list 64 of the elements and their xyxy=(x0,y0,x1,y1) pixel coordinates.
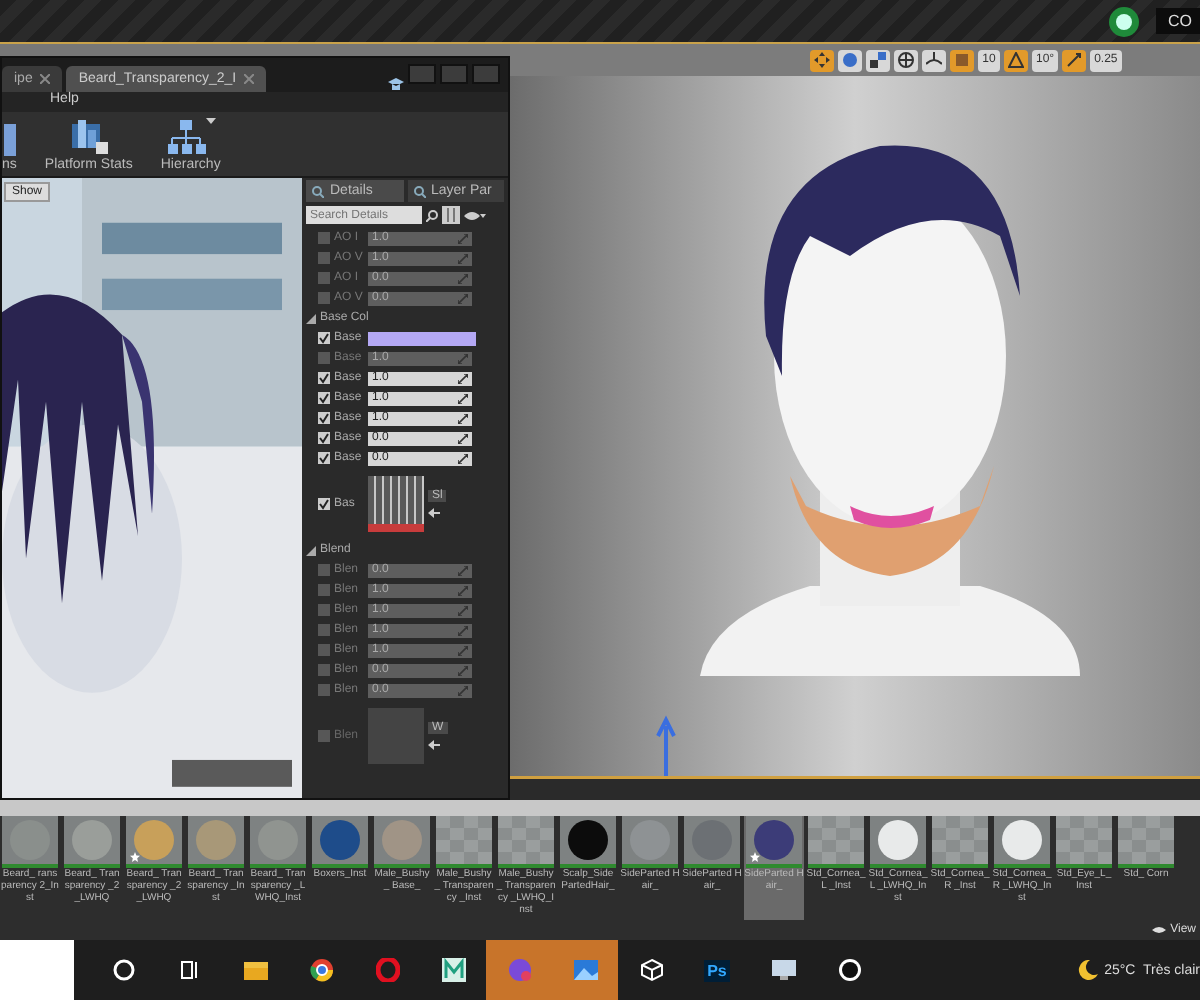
toolbar-button[interactable] xyxy=(922,49,946,71)
texture-thumbnail xyxy=(368,476,424,532)
cube-icon xyxy=(639,958,663,982)
expand-icon xyxy=(458,585,468,595)
taskbar-app[interactable]: Ps xyxy=(684,940,750,1000)
moon-icon xyxy=(1078,960,1099,980)
expand-icon xyxy=(458,233,468,243)
expand-icon xyxy=(458,453,468,463)
checkbox[interactable] xyxy=(318,498,330,510)
checkbox[interactable] xyxy=(318,372,330,384)
expand-icon xyxy=(458,685,468,695)
checkbox[interactable] xyxy=(318,392,330,404)
eye-icon xyxy=(1152,926,1167,934)
expand-icon xyxy=(458,625,468,635)
expand-icon xyxy=(458,605,468,615)
stats-icon xyxy=(68,118,109,156)
arrow-left-icon xyxy=(428,740,440,750)
toolbar-button[interactable] xyxy=(1062,49,1087,71)
star-icon xyxy=(130,852,140,862)
monitor-icon xyxy=(771,958,795,982)
color-swatch[interactable] xyxy=(368,331,476,345)
eye-icon xyxy=(464,209,486,221)
toolbar-button[interactable] xyxy=(810,49,834,71)
expand-icon xyxy=(458,645,468,655)
transform-icon xyxy=(814,52,830,68)
m-app-icon xyxy=(441,958,465,982)
toolbar-label: CO xyxy=(1156,8,1200,34)
search-icon xyxy=(413,185,425,197)
expand-icon xyxy=(458,433,468,443)
search-field[interactable] xyxy=(0,940,74,1000)
close-icon xyxy=(244,74,255,84)
search-icon xyxy=(312,185,324,197)
graduation-cap-icon xyxy=(388,76,404,92)
expand-icon xyxy=(458,393,468,403)
scale-snap-icon xyxy=(1066,52,1083,68)
hierarchy-icon xyxy=(165,118,206,156)
expand-icon xyxy=(458,253,468,263)
star-icon xyxy=(750,852,760,862)
expand-icon xyxy=(458,273,468,283)
close-icon xyxy=(40,74,51,84)
toolbar-button[interactable] xyxy=(894,49,918,71)
scale-icon xyxy=(870,52,886,68)
toolbar-button[interactable] xyxy=(1004,49,1028,71)
caret-icon xyxy=(205,118,216,126)
expand-icon xyxy=(458,565,468,575)
expand-icon xyxy=(458,665,468,675)
expand-icon xyxy=(458,293,468,303)
texture-slot xyxy=(368,708,424,764)
checkbox[interactable] xyxy=(318,432,330,444)
photos-icon xyxy=(573,958,597,982)
checkbox[interactable] xyxy=(318,332,330,344)
toolbar-button[interactable] xyxy=(866,49,890,71)
folder-icon xyxy=(243,958,267,982)
angle-icon xyxy=(1008,52,1024,68)
checkbox[interactable] xyxy=(318,412,330,424)
expand-icon xyxy=(458,353,468,363)
chrome-icon xyxy=(309,958,333,982)
checkbox[interactable] xyxy=(318,452,330,464)
arrow-left-icon xyxy=(428,508,440,518)
search-icon xyxy=(426,209,438,221)
opera-icon xyxy=(375,958,399,982)
expand-icon xyxy=(458,413,468,423)
expand-icon xyxy=(458,373,468,383)
taskview-icon xyxy=(177,958,201,982)
